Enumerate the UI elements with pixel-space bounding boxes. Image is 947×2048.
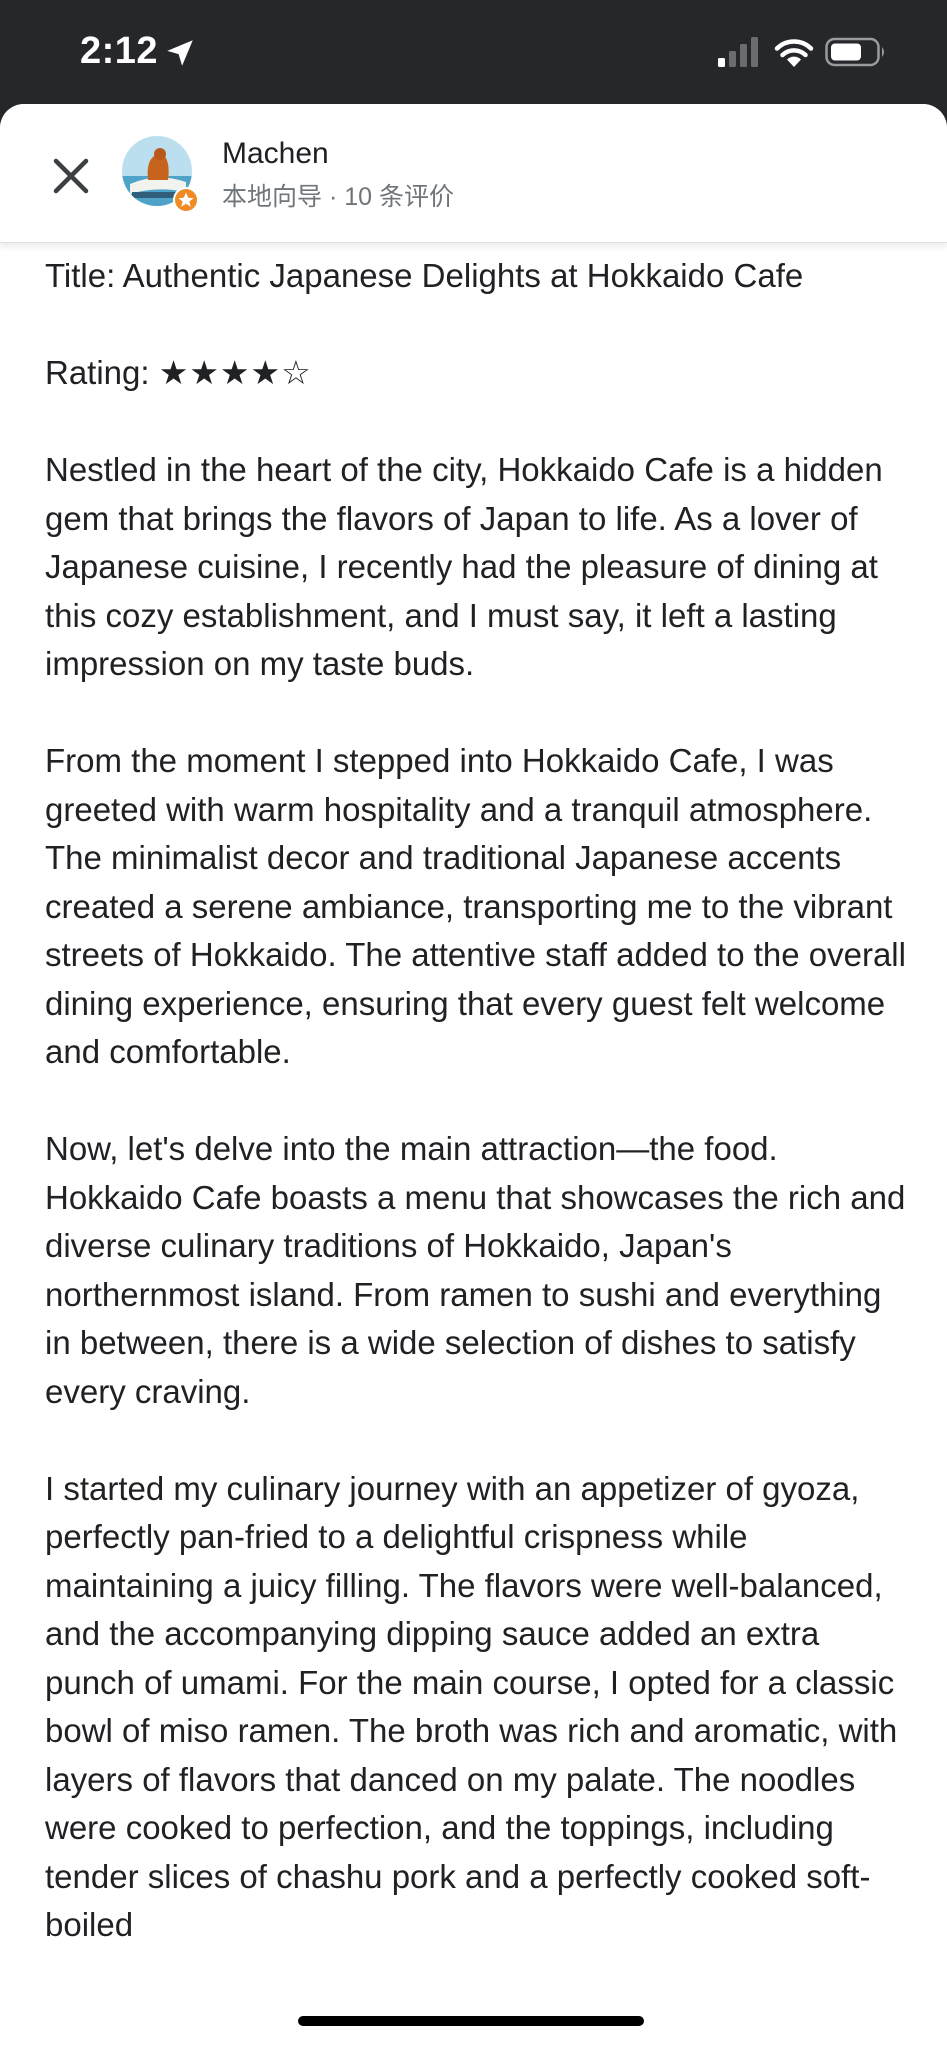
- review-title-line: Title: Authentic Japanese Delights at Ho…: [45, 257, 804, 294]
- cellular-signal-icon: [718, 37, 758, 67]
- reviewer-name[interactable]: Machen: [222, 137, 329, 171]
- review-sheet: Machen 本地向导 · 10 条评价 Title: Authentic Ja…: [0, 104, 947, 2048]
- rating-stars: ★★★★☆: [158, 354, 312, 391]
- review-paragraph: Now, let's delve into the main attractio…: [45, 1130, 906, 1410]
- reviewer-meta: 本地向导 · 10 条评价: [222, 183, 454, 211]
- close-icon[interactable]: [46, 151, 96, 201]
- review-paragraph: Nestled in the heart of the city, Hokkai…: [45, 451, 883, 682]
- status-time: 2:12: [80, 30, 159, 72]
- home-indicator[interactable]: [298, 2016, 644, 2026]
- local-guide-star-icon: [173, 187, 199, 213]
- status-bar: 2:12: [0, 0, 947, 104]
- avatar[interactable]: [122, 136, 200, 214]
- wifi-icon: [774, 39, 814, 67]
- location-arrow-icon: [167, 40, 193, 66]
- review-paragraph: From the moment I stepped into Hokkaido …: [45, 742, 906, 1070]
- rating-label: Rating:: [45, 354, 150, 391]
- review-paragraph: I started my culinary journey with an ap…: [45, 1469, 898, 1944]
- review-text: Title: Authentic Japanese Delights at Ho…: [45, 252, 915, 1998]
- review-rating-line: Rating: ★★★★☆: [45, 349, 915, 398]
- battery-icon: [825, 37, 884, 67]
- reviewer-header: Machen 本地向导 · 10 条评价: [0, 104, 947, 243]
